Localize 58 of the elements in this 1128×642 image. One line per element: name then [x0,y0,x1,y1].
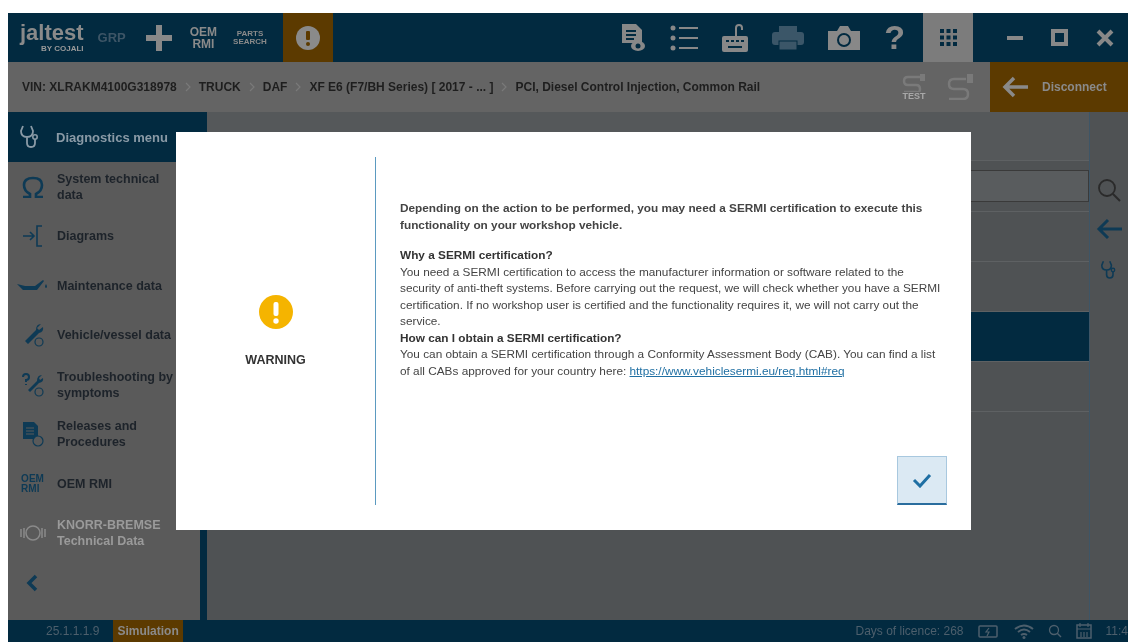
disconnect-button[interactable]: Disconnect [990,62,1128,112]
question-wrench-icon [20,372,45,397]
battery-icon [977,624,1000,638]
dialog-lead-text: Depending on the action to be performed, you may need a SERMI certification to execute this functionality on your workshop vehicle. [400,200,924,234]
dialog-title: WARNING [245,353,306,367]
section-text: You can obtain a SERMI certification through a Conformity Assessment Body (CAB). You can find a list of all CABs approved for your country here: https://www.vehiclesermi.eu/req.html#req [400,346,937,380]
sidebar-item[interactable]: Diagrams [8,211,200,261]
alert-button[interactable] [282,13,333,62]
help-button[interactable]: ? [884,18,905,57]
app-logo: jaltest [20,22,84,44]
checkmark-icon [912,472,932,488]
version-label: 25.1.1.1.9 [46,624,100,638]
sidebar-item[interactable]: Maintenance data [8,261,200,311]
breadcrumb-item[interactable]: TRUCK [198,80,241,94]
list-icon[interactable] [670,24,699,51]
camera-icon[interactable] [828,25,861,50]
clock-time: 11:4 [1105,624,1128,638]
diagram-connector-icon [22,225,43,248]
plus-icon[interactable] [145,24,172,51]
oem-rmi-logo: OEM RMI [21,473,44,494]
apps-button[interactable] [923,13,973,62]
mode-badge: Simulation [113,620,183,642]
logo-subtitle: BY COJALI [41,44,84,53]
confirm-button[interactable] [897,456,947,505]
document-eye-icon[interactable] [620,22,647,53]
oem-rmi-button[interactable]: OEM RMI [189,25,218,50]
grp-button[interactable]: GRP [97,30,126,45]
breadcrumb-item[interactable]: VIN: XLRAKM4100G318978 [22,80,177,94]
zoom-icon [1047,624,1062,638]
arrow-left-icon [1002,76,1028,98]
breadcrumb-item[interactable]: XF E6 (F7/BH Series) [ 2017 - ... ] [309,80,494,94]
minimize-icon[interactable] [1007,35,1023,40]
wifi-icon [1013,623,1034,639]
sidebar-header[interactable]: Diagnostics menu [8,112,200,162]
exclamation-icon [295,25,320,50]
sidebar-item[interactable]: Vehicle/vessel data [8,310,200,360]
breadcrumb-item[interactable]: DAF [262,80,288,94]
parts-search-button[interactable]: PARTS SEARCH [233,29,267,46]
omega-icon [20,175,45,198]
licence-days-label: Days of licence: 268 [855,624,964,638]
document-globe-icon [21,421,44,448]
grid-icon [939,29,957,46]
close-icon[interactable] [1096,28,1114,47]
section-text: You need a SERMI certification to access the manufacturer information or software related to the security of anti-theft systems. Before carrying out the request, we will check whether you have a SERMI certification. If no workshop user is certified and the functionality requires it, we will not carry out the service. [400,263,942,330]
warning-icon [258,295,293,329]
test-connector-button[interactable]: TEST [902,73,926,101]
section-heading: How can I obtain a SERMI certification? [400,329,623,347]
maximize-icon[interactable] [1051,29,1068,46]
stethoscope-icon [20,125,40,149]
certification-link[interactable]: https://www.vehiclesermi.eu/req.html#req [629,363,845,378]
keyboard-icon[interactable] [722,23,749,52]
sidebar-item[interactable]: Troubleshooting by symptoms [8,360,200,410]
section-heading: Why a SERMI certification? [400,247,554,264]
brake-logo-icon [18,525,47,542]
sidebar-item[interactable]: System technical data [8,162,200,212]
calendar-icon [1075,623,1092,639]
breadcrumb-item[interactable]: PCI, Diesel Control Injection, Common Rail [515,80,761,94]
sidebar-item[interactable]: Releases and Procedures [8,409,200,459]
